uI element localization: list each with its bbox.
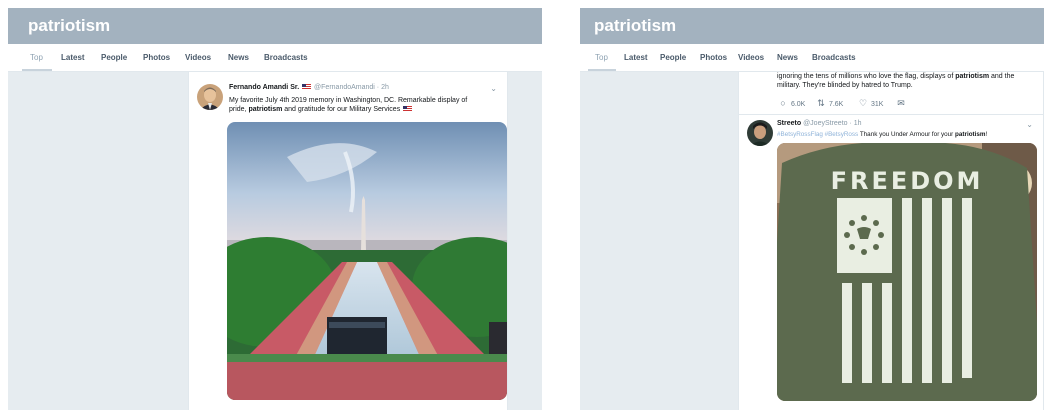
us-flag-icon (302, 84, 312, 91)
reply-count: 6.0K (790, 101, 806, 108)
tab-latest[interactable]: Latest (61, 53, 85, 62)
active-tab-indicator (588, 69, 616, 71)
shirt-print-text: FREEDOM (831, 167, 984, 195)
chevron-down-icon[interactable]: ⌄ (1026, 120, 1033, 129)
hashtags[interactable]: #BetsyRossFlag #BetsyRoss (777, 131, 858, 138)
tab-videos[interactable]: Videos (185, 53, 211, 62)
right-screenshot: patriotism Top Latest People Photos Vide… (580, 8, 1044, 410)
author-handle[interactable]: @FernandoAmandi · 2h (314, 84, 389, 91)
tab-top[interactable]: Top (30, 53, 43, 62)
retweet-icon: ⇅ (817, 98, 825, 108)
search-keyword: patriotism (248, 106, 283, 113)
us-flag-icon (403, 106, 413, 113)
retweet-count: 7.6K (828, 101, 844, 108)
tab-broadcasts[interactable]: Broadcasts (264, 53, 308, 62)
active-tab-indicator (22, 69, 52, 71)
tweet-header: Fernando Amandi Sr. @FernandoAmandi · 2h (229, 84, 389, 91)
tab-photos[interactable]: Photos (143, 53, 170, 62)
timeline: ignoring the tens of millions who love t… (738, 72, 1044, 410)
like-count: 31K (870, 101, 884, 108)
tweet-text: My favorite July 4th 2019 memory in Wash… (229, 97, 468, 113)
like-button[interactable]: ♡ 31K (857, 98, 883, 109)
tab-people[interactable]: People (101, 53, 127, 62)
tab-people[interactable]: People (660, 53, 686, 62)
search-header: patriotism (580, 8, 1044, 44)
timeline: Fernando Amandi Sr. @FernandoAmandi · 2h… (188, 72, 508, 410)
search-keyword: patriotism (955, 131, 986, 138)
tweet-photo-washington-mall[interactable] (227, 122, 507, 400)
author-handle[interactable]: @JoeyStreeto · 1h (803, 120, 861, 127)
chevron-down-icon[interactable]: ⌄ (490, 84, 497, 93)
previous-tweet-text: ignoring the tens of millions who love t… (777, 73, 1015, 89)
left-screenshot: patriotism Top Latest People Photos Vide… (8, 8, 542, 410)
tweet-header: Streeto @JoeyStreeto · 1h (777, 120, 862, 127)
search-keyword: patriotism (955, 73, 990, 80)
tab-broadcasts[interactable]: Broadcasts (812, 53, 856, 62)
previous-tweet-actions: ○ 6.0K ⇅ 7.6K ♡ 31K ✉ (777, 98, 977, 110)
like-icon: ♡ (858, 98, 868, 108)
reply-button[interactable]: ○ 6.0K (777, 98, 805, 108)
author-name[interactable]: Fernando Amandi Sr. (229, 84, 299, 91)
search-query-title: patriotism (594, 16, 677, 35)
tab-latest[interactable]: Latest (624, 53, 648, 62)
reply-icon: ○ (780, 98, 786, 108)
dm-button[interactable]: ✉ (895, 98, 907, 109)
search-tabs: Top Latest People Photos Videos News Bro… (580, 44, 1044, 72)
tweet-divider (739, 114, 1043, 115)
retweet-button[interactable]: ⇅ 7.6K (815, 98, 843, 109)
avatar[interactable] (747, 120, 773, 146)
tab-top[interactable]: Top (595, 53, 608, 62)
search-query-title: patriotism (28, 16, 111, 35)
search-header: patriotism (8, 8, 542, 44)
author-name[interactable]: Streeto (777, 120, 801, 127)
avatar[interactable] (197, 84, 223, 110)
tweet-photo-freedom-shirt[interactable]: FREEDOM (777, 143, 1037, 401)
tab-news[interactable]: News (228, 53, 249, 62)
dm-icon: ✉ (897, 98, 905, 108)
tab-photos[interactable]: Photos (700, 53, 727, 62)
tweet-text: #BetsyRossFlag #BetsyRoss Thank you Unde… (777, 131, 988, 138)
search-tabs: Top Latest People Photos Videos News Bro… (8, 44, 542, 72)
tab-news[interactable]: News (777, 53, 798, 62)
tab-videos[interactable]: Videos (738, 53, 764, 62)
